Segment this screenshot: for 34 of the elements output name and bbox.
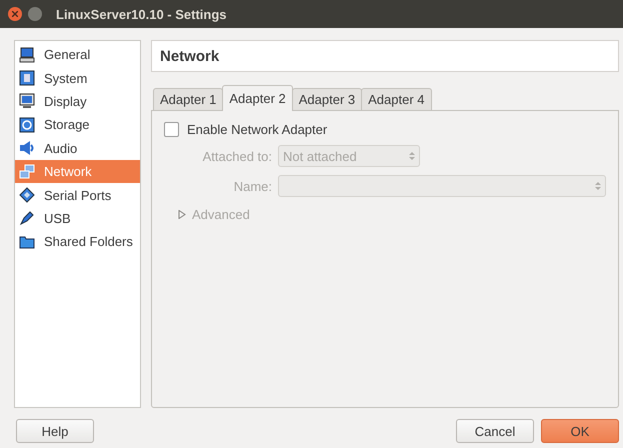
tab[interactable]: Adapter 2 bbox=[222, 85, 293, 111]
dialog-button[interactable]: Cancel bbox=[456, 419, 534, 443]
network-icon bbox=[19, 164, 35, 180]
chip-icon bbox=[19, 70, 35, 86]
field-label: Name: bbox=[232, 178, 272, 194]
close-icon[interactable] bbox=[12, 11, 18, 17]
serial-port-icon bbox=[19, 187, 35, 204]
monitor-icon bbox=[19, 93, 35, 110]
tab[interactable]: Adapter 1 bbox=[153, 88, 224, 110]
field-label: Attached to: bbox=[202, 148, 272, 164]
tab[interactable]: Adapter 3 bbox=[292, 88, 362, 110]
sidebar-item[interactable]: Shared Folders bbox=[15, 230, 140, 254]
sidebar-item[interactable]: USB bbox=[15, 206, 140, 230]
sidebar-item[interactable]: Serial Ports bbox=[15, 183, 140, 207]
sidebar-item[interactable]: System bbox=[15, 66, 140, 90]
sidebar-item[interactable]: Storage bbox=[15, 113, 140, 137]
dialog-button[interactable]: Help bbox=[16, 419, 94, 443]
close-button[interactable] bbox=[8, 7, 22, 21]
window-title: LinuxServer10.10 - Settings bbox=[56, 6, 227, 22]
folder-icon bbox=[19, 234, 35, 250]
checkbox-label[interactable]: Enable Network Adapter bbox=[187, 122, 328, 137]
minimize-button[interactable] bbox=[28, 7, 42, 21]
tab[interactable]: Adapter 4 bbox=[361, 88, 432, 110]
usb-plug-icon bbox=[19, 210, 35, 226]
sidebar-item[interactable]: Display bbox=[15, 90, 140, 114]
page-title: Network bbox=[160, 48, 220, 64]
ok-button[interactable]: OK bbox=[541, 419, 619, 443]
sidebar-item[interactable]: General bbox=[15, 43, 140, 66]
spin-arrows-icon bbox=[409, 151, 415, 161]
spin-arrows-icon bbox=[595, 181, 601, 191]
computer-icon bbox=[19, 46, 35, 63]
sidebar-item[interactable]: Audio bbox=[15, 136, 140, 160]
speaker-icon bbox=[19, 140, 35, 156]
checkbox[interactable] bbox=[164, 122, 179, 137]
